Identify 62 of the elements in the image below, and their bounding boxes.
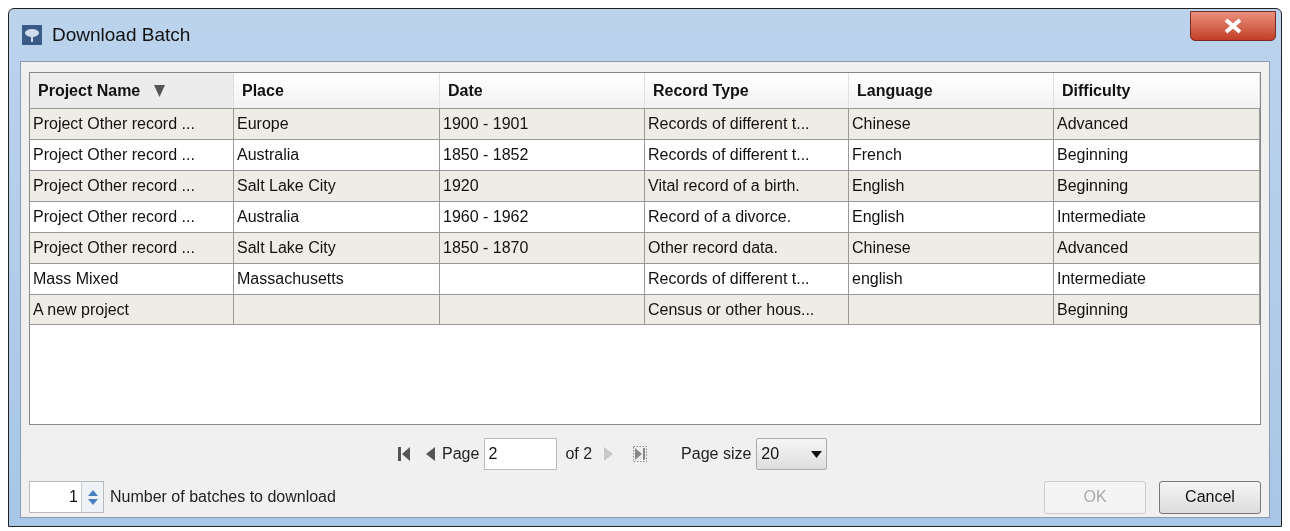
table-cell-text: Mass Mixed <box>33 269 119 289</box>
table-cell-text: 1850 - 1870 <box>443 238 529 258</box>
close-button[interactable] <box>1190 11 1276 41</box>
column-header[interactable]: Difficulty <box>1054 73 1260 108</box>
window-title: Download Batch <box>52 22 191 47</box>
dropdown-caret-icon <box>811 450 823 458</box>
table-cell-text: A new project <box>33 299 130 320</box>
page-field[interactable]: 2 <box>484 438 558 470</box>
table-cell-text: Census or other hous... <box>648 299 815 320</box>
table-cell-text: Beginning <box>1057 145 1129 165</box>
table-cell-text: Vital record of a birth. <box>648 176 800 196</box>
down-arrow-icon[interactable] <box>87 498 98 505</box>
table-cell-text: Chinese <box>852 238 911 258</box>
table-cell-text: French <box>852 145 902 165</box>
table-cell-text: Project Other record ... <box>33 238 195 258</box>
cancel-button[interactable]: Cancel <box>1159 480 1261 514</box>
table-cell-text: Beginning <box>1057 299 1129 320</box>
table-cell-text: Advanced <box>1057 238 1129 258</box>
column-header[interactable]: Place <box>234 73 440 108</box>
column-header[interactable]: Date <box>440 73 645 108</box>
page-size-dropdown[interactable]: 20 <box>756 438 828 470</box>
column-header[interactable]: Record Type <box>645 73 849 108</box>
batch-count-label: Number of batches to download <box>110 487 336 507</box>
table-cell-text: Project Other record ... <box>33 114 195 134</box>
column-header[interactable]: Language <box>849 73 1054 108</box>
previous-page-icon[interactable] <box>426 447 435 461</box>
table-cell-text: Project Other record ... <box>33 176 195 196</box>
table-cell-text: Salt Lake City <box>237 176 336 196</box>
table-cell-text: 1960 - 1962 <box>443 207 529 227</box>
batch-count-spinner[interactable]: 1 <box>29 481 104 513</box>
table-cell-text: 1900 - 1901 <box>443 114 529 134</box>
table-cell-text: Massachusetts <box>237 269 344 289</box>
table-cell-text: Project Other record ... <box>33 145 195 165</box>
table-cell-text: Chinese <box>852 114 911 134</box>
table-cell-text: Records of different t... <box>648 114 810 134</box>
tree-icon <box>22 25 42 45</box>
column-header[interactable]: Project Name <box>30 73 234 108</box>
table-cell-text: Records of different t... <box>648 145 810 165</box>
table-cell-text: Advanced <box>1057 114 1129 134</box>
table-cell-text: Intermediate <box>1057 207 1146 227</box>
first-page-icon[interactable] <box>398 447 410 461</box>
close-icon <box>1223 18 1243 34</box>
table-cell-text: 1920 <box>443 176 479 196</box>
table-cell-text: english <box>852 269 903 289</box>
table-cell-text: 1850 - 1852 <box>443 145 529 165</box>
sort-arrow-icon <box>154 84 166 97</box>
table-cell-text: Australia <box>237 145 300 165</box>
table-cell-text: English <box>852 207 905 227</box>
table-cell-text: Other record data. <box>648 238 778 258</box>
page-label: Page <box>442 444 480 464</box>
table-cell-text: Beginning <box>1057 176 1129 196</box>
table-cell-text: English <box>852 176 905 196</box>
up-arrow-icon[interactable] <box>87 489 98 496</box>
table-cell-text: Intermediate <box>1057 269 1146 289</box>
table-cell-text: Project Other record ... <box>33 207 195 227</box>
table-cell-text: Europe <box>237 114 289 134</box>
table-cell-text: Salt Lake City <box>237 238 336 258</box>
table-cell-text: Records of different t... <box>648 269 810 289</box>
page-count: of 2 <box>565 444 593 464</box>
table-cell-text: Australia <box>237 207 300 227</box>
table-cell-text: Record of a divorce. <box>648 207 792 227</box>
page-size-label: Page size <box>681 444 752 464</box>
